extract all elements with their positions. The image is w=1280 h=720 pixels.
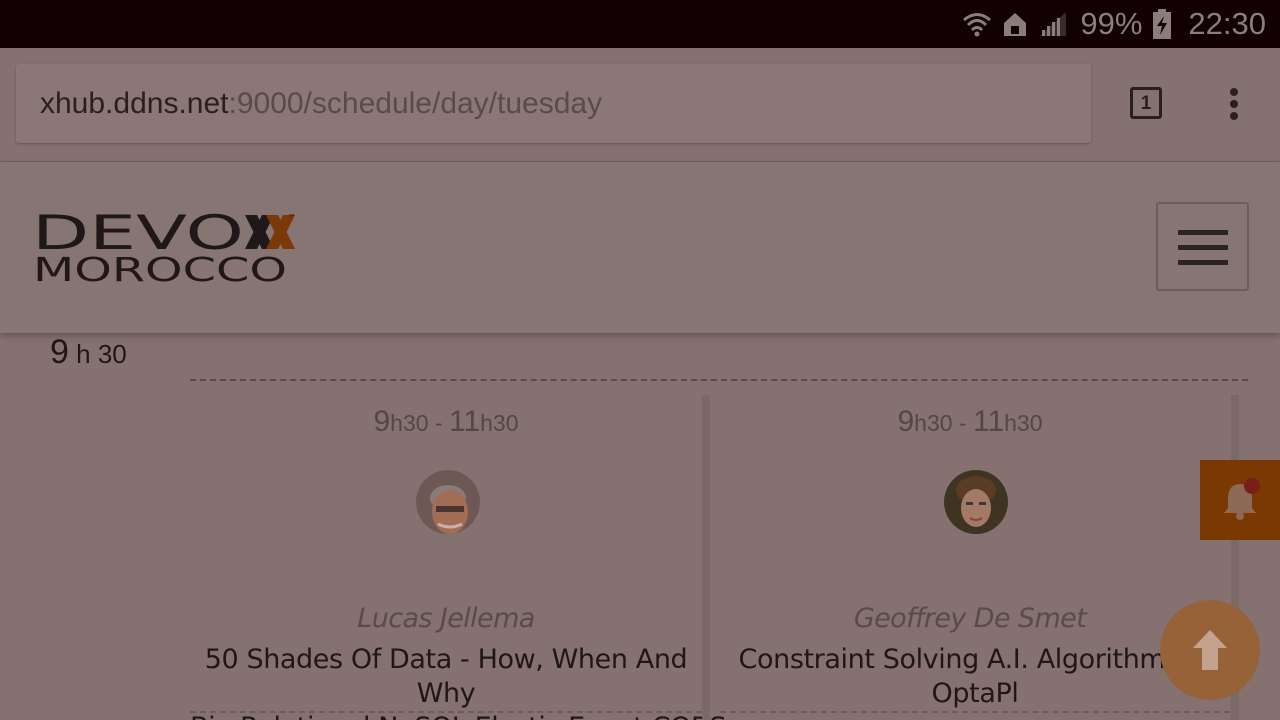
talk-start-minute: h30: [914, 410, 953, 436]
notification-badge: [1244, 478, 1260, 494]
devoxx-morocco-logo[interactable]: DEVO ™ MOROCCO: [32, 206, 304, 289]
home-icon: [1002, 10, 1028, 38]
time-slot-label: 9 h 30: [50, 333, 127, 372]
talk-start-minute: h30: [390, 410, 429, 436]
logo-morocco-text: MOROCCO: [33, 250, 287, 284]
card-divider: [720, 711, 1230, 713]
talk-start-hour: 9: [897, 405, 915, 438]
talk-end-minute: h30: [1004, 410, 1043, 436]
talk-end-hour: 11: [448, 405, 481, 438]
url-path: :9000/schedule/day/tuesday: [228, 87, 603, 120]
scroll-to-top-button[interactable]: [1160, 600, 1260, 700]
slot-divider: [190, 379, 1248, 381]
status-icons: 99% 22:30: [962, 0, 1266, 48]
signal-icon: [1038, 10, 1068, 38]
talk-time-sep: -: [952, 410, 973, 436]
slot-hour: 9: [50, 333, 69, 371]
menu-toggle-button[interactable]: [1156, 202, 1249, 291]
talk-time-sep: -: [428, 410, 449, 436]
slot-minute: 30: [97, 339, 127, 369]
card-divider: [190, 711, 702, 713]
talk-time: 9h30 - 11h30: [190, 405, 702, 439]
site-header: DEVO ™ MOROCCO: [0, 162, 1280, 333]
talk-card[interactable]: 9h30 - 11h30 Geoffrey De Smet Constraint…: [710, 395, 1230, 720]
speaker-name[interactable]: Geoffrey De Smet: [710, 603, 1230, 634]
browser-menu-button[interactable]: [1218, 86, 1250, 122]
slot-sep: h: [68, 339, 98, 369]
battery-charging-icon: [1152, 9, 1172, 39]
talk-card[interactable]: 9h30 - 11h30 Lucas Jellema 50 Shades Of …: [190, 395, 726, 720]
bell-icon: [1200, 484, 1280, 544]
arrow-up-icon: [1160, 630, 1260, 704]
column-separator: [702, 395, 710, 720]
url-host: xhub.ddns.net: [40, 87, 229, 120]
speaker-name[interactable]: Lucas Jellema: [190, 603, 702, 634]
talk-title-line: 50 Shades Of Data - How, When And Why: [204, 644, 688, 709]
talk-start-hour: 9: [373, 405, 391, 438]
battery-percent: 99%: [1080, 6, 1143, 41]
wifi-icon: [962, 10, 992, 38]
speaker-avatar[interactable]: [416, 470, 480, 534]
url-bar[interactable]: xhub.ddns.net:9000/schedule/day/tuesday: [16, 64, 1091, 143]
talk-title[interactable]: 50 Shades Of Data - How, When And Why Bi…: [190, 643, 726, 720]
tab-switcher-button[interactable]: 1: [1130, 87, 1162, 119]
status-bar: 99% 22:30: [0, 0, 1280, 48]
speaker-avatar[interactable]: [944, 470, 1008, 534]
browser-toolbar: xhub.ddns.net:9000/schedule/day/tuesday …: [0, 48, 1280, 162]
talk-end-hour: 11: [972, 405, 1005, 438]
schedule-content: 9 h 30 9h30 - 11h30 Lucas Jellema 50 Sha…: [0, 333, 1280, 720]
talk-time: 9h30 - 11h30: [710, 405, 1230, 439]
notifications-button[interactable]: [1200, 460, 1280, 540]
clock: 22:30: [1188, 6, 1266, 41]
logo-tm: ™: [288, 213, 296, 222]
url-text[interactable]: xhub.ddns.net:9000/schedule/day/tuesday: [40, 64, 602, 143]
talk-end-minute: h30: [480, 410, 519, 436]
